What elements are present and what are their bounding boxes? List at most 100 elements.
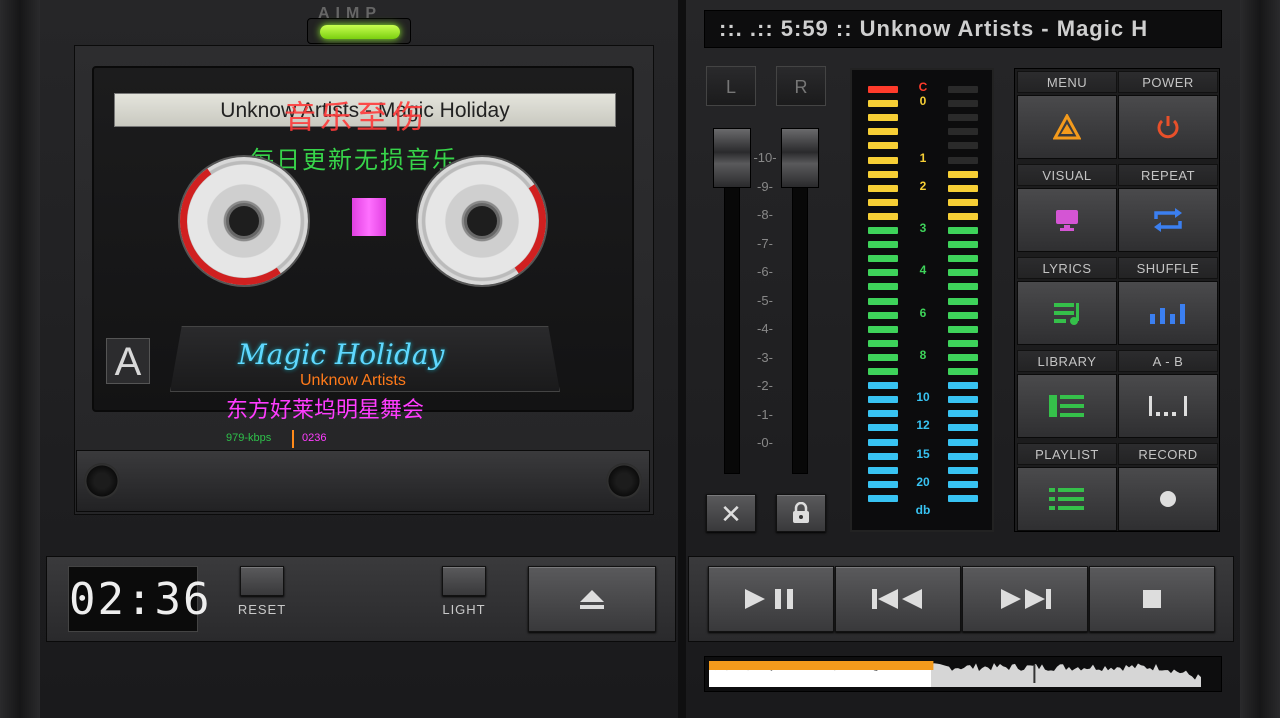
waveform-marker [1033, 665, 1036, 683]
vu-segment-r [948, 269, 978, 277]
light-button[interactable] [442, 566, 486, 596]
fader-scale-tick: -1- [757, 406, 773, 422]
vu-segment-r [948, 424, 978, 432]
control-grid: MENU POWER VISUAL REPEAT LYRICS SHUFFLE LIBRAR… [1014, 68, 1220, 532]
mute-button[interactable]: ✕ [706, 494, 756, 532]
vu-segment-l [868, 368, 898, 375]
track-title-text: ::. .:: 5:59 :: Unknow Artists - Magic H [719, 16, 1149, 41]
vu-segment-l [868, 156, 898, 164]
vu-segment-l [868, 438, 898, 446]
next-icon [1001, 589, 1051, 609]
waveform-seekbar[interactable] [704, 656, 1222, 692]
vu-segment-l [868, 269, 898, 277]
vu-segment-l [868, 212, 898, 220]
fader-scale-tick: -2- [757, 378, 773, 393]
vu-scale-label: C [918, 80, 928, 94]
vu-scale-label: 0 [919, 94, 927, 109]
right-volume-fader[interactable] [781, 128, 819, 188]
vu-segment-r [948, 368, 978, 375]
control-label-record: RECORD [1118, 443, 1218, 465]
waveform-graphic [709, 661, 1201, 687]
aimp-logo-icon [1053, 114, 1081, 140]
vu-scale-label: 6 [919, 305, 927, 320]
vu-segment-l [868, 353, 898, 361]
vu-scale-label: 2 [919, 178, 927, 193]
cassette-rail [76, 450, 650, 512]
vu-scale-label: 8 [919, 347, 927, 362]
lock-button[interactable] [776, 494, 826, 532]
vu-segment-l [868, 227, 898, 234]
vu-segment-l [868, 283, 898, 291]
playlist-button[interactable] [1017, 467, 1117, 531]
eject-button[interactable] [528, 566, 656, 632]
stop-button[interactable] [1089, 566, 1215, 632]
library-button[interactable] [1017, 374, 1117, 438]
fader-scale-tick: -6- [757, 264, 773, 279]
bitrate: 979-kbps [226, 432, 272, 444]
vu-segment-r [948, 452, 978, 460]
vu-segment-l [868, 100, 898, 108]
info-divider [292, 430, 294, 448]
time-small: 0236 [302, 432, 327, 444]
power-button[interactable] [1118, 95, 1218, 159]
control-label-playlist: PLAYLIST [1017, 443, 1117, 465]
vu-segment-l [868, 128, 898, 136]
vu-segment-l [868, 325, 898, 333]
vu-segment-l [868, 255, 898, 263]
repeat-button[interactable] [1118, 188, 1218, 252]
vu-segment-r [948, 382, 978, 390]
vu-segment-r [948, 170, 978, 178]
right-channel-button[interactable]: R [776, 66, 826, 106]
screw-icon [84, 463, 120, 499]
control-label-repeat: REPEAT [1118, 164, 1218, 186]
vu-segment-r [948, 198, 978, 206]
play-pause-button[interactable] [708, 566, 834, 632]
track-title-display: ::. .:: 5:59 :: Unknow Artists - Magic H [704, 10, 1222, 48]
vu-segment-r [948, 86, 978, 93]
tape-window [352, 198, 386, 236]
vu-segment-r [948, 283, 978, 291]
left-edge [0, 0, 40, 718]
vu-segment-r [948, 255, 978, 263]
record-button[interactable] [1118, 467, 1218, 531]
overlay-title: 音乐至伤 [284, 98, 429, 136]
vu-segment-l [868, 396, 898, 404]
control-label-library: LIBRARY [1017, 350, 1117, 372]
control-label-lyrics: LYRICS [1017, 257, 1117, 279]
fader-scale-tick: -3- [757, 349, 773, 365]
control-label-a-b: A - B [1118, 350, 1218, 372]
menu-button[interactable] [1017, 95, 1117, 159]
right-reel-hub [464, 203, 500, 239]
vu-segment-r [948, 410, 978, 418]
a-b-button[interactable] [1118, 374, 1218, 438]
power-led-icon [320, 25, 400, 39]
library-icon [1047, 393, 1087, 419]
vu-segment-r [948, 156, 978, 164]
vu-segment-l [868, 410, 898, 418]
vu-segment-l [868, 170, 898, 178]
vu-segment-r [948, 100, 978, 108]
monitor-icon [1053, 207, 1081, 233]
reset-button[interactable] [240, 566, 284, 596]
vu-segment-r [948, 212, 978, 220]
previous-icon [872, 589, 922, 609]
left-volume-fader[interactable] [713, 128, 751, 188]
vu-segment-r [948, 297, 978, 305]
previous-button[interactable] [835, 566, 961, 632]
vu-scale-label: 3 [919, 221, 927, 235]
vu-scale-label: 12 [916, 418, 930, 433]
visual-button[interactable] [1017, 188, 1117, 252]
vu-segment-l [868, 494, 898, 502]
progress-fill [709, 661, 934, 670]
ab-repeat-icon [1147, 394, 1189, 418]
vu-segment-l [868, 184, 898, 192]
shuffle-button[interactable] [1118, 281, 1218, 345]
vu-segment-r [948, 339, 978, 347]
left-channel-button[interactable]: L [706, 66, 756, 106]
lyrics-button[interactable] [1017, 281, 1117, 345]
vu-segment-l [868, 480, 898, 488]
vu-segment-r [948, 494, 978, 502]
next-button[interactable] [962, 566, 1088, 632]
right-reel [407, 146, 557, 296]
vu-segment-r [948, 438, 978, 446]
